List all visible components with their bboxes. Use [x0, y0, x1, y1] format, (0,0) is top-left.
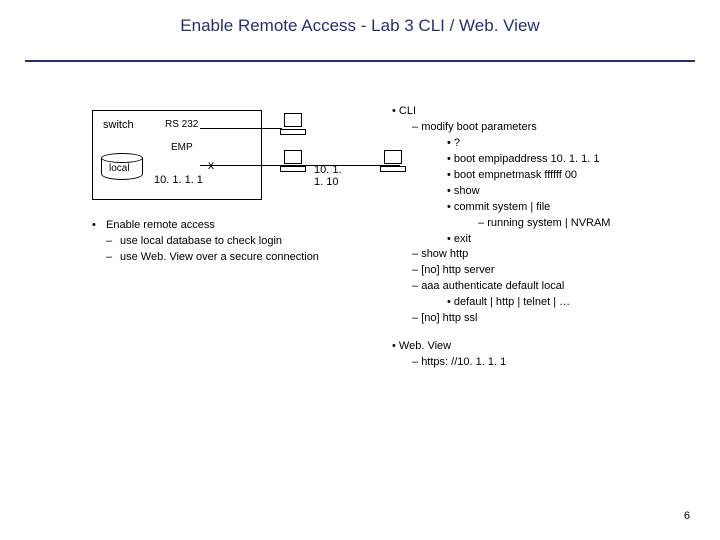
switch-label: switch — [103, 119, 134, 131]
ip-right: 10. 1. 1. 10 — [314, 164, 342, 188]
right-r1c: boot empnetmask ffffff 00 — [404, 168, 610, 184]
right-wv1: https: //10. 1. 1. 1 — [404, 355, 610, 371]
right-r1e1: running system | NVRAM — [404, 216, 610, 232]
x-mark: x — [208, 158, 214, 172]
right-r3: [no] http server — [404, 263, 610, 279]
right-bullet-list: CLI modify boot parameters ? boot empipa… — [404, 104, 610, 371]
right-r4a: default | http | telnet | … — [404, 295, 610, 311]
left-l2: use Web. View over a secure connection — [120, 251, 319, 263]
right-cli: CLI — [404, 104, 610, 120]
left-l0: Enable remote access — [106, 219, 215, 231]
left-l1: use local database to check login — [120, 235, 282, 247]
page-title: Enable Remote Access - Lab 3 CLI / Web. … — [0, 0, 720, 36]
right-r5: [no] http ssl — [404, 311, 610, 327]
diagram-area: switch RS 232 EMP local 10. 1. 1. 1 x 10… — [92, 110, 342, 200]
rs232-label: RS 232 — [165, 119, 198, 130]
right-r1e: commit system | file — [404, 200, 610, 216]
title-rule — [25, 60, 695, 62]
right-r1d: show — [404, 184, 610, 200]
ip-left: 10. 1. 1. 1 — [154, 174, 203, 186]
right-r2: show http — [404, 247, 610, 263]
right-r1f: exit — [404, 232, 610, 248]
right-r1: modify boot parameters — [404, 120, 610, 136]
slide-number: 6 — [684, 510, 690, 522]
computer-icon — [280, 150, 306, 174]
right-r1b: boot empipaddress 10. 1. 1. 1 — [404, 152, 610, 168]
computer-icon — [280, 113, 306, 137]
right-r4: aaa authenticate default local — [404, 279, 610, 295]
emp-label: EMP — [171, 142, 193, 153]
switch-box: switch RS 232 EMP local 10. 1. 1. 1 — [92, 110, 262, 200]
local-label: local — [109, 163, 130, 174]
computer-icon — [380, 150, 406, 174]
right-r1a: ? — [404, 136, 610, 152]
right-webview: Web. View — [404, 339, 610, 355]
rs232-line — [200, 128, 282, 129]
left-bullet-list: •Enable remote access –use local databas… — [92, 218, 319, 266]
